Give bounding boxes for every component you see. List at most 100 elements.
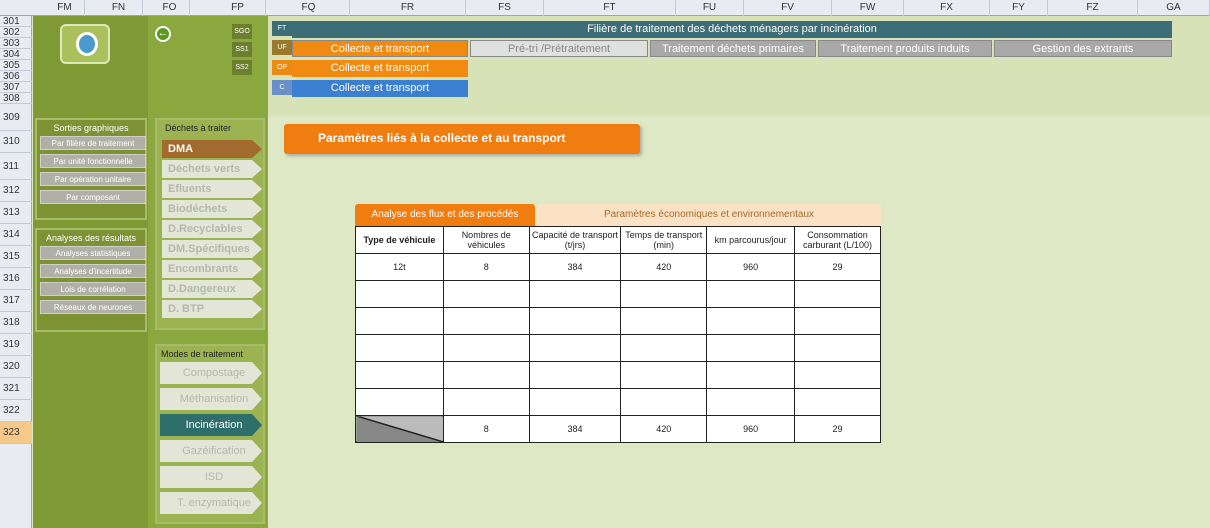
table-cell[interactable] [442, 388, 530, 416]
column-header[interactable]: GA [1138, 0, 1210, 16]
table-cell[interactable]: 8 [442, 253, 530, 281]
table-cell[interactable] [706, 334, 796, 362]
tag-ss1[interactable]: SS1 [232, 42, 252, 57]
column-header[interactable]: FV [744, 0, 832, 16]
table-cell[interactable] [355, 388, 444, 416]
row-header[interactable]: 301 [0, 16, 32, 27]
table-cell[interactable] [706, 388, 796, 416]
table-cell[interactable] [442, 361, 530, 389]
row-header[interactable]: 313 [0, 202, 32, 224]
table-cell[interactable] [442, 307, 530, 335]
uf-tab[interactable]: Traitement produits induits [818, 40, 992, 57]
menu-button[interactable]: Analyses statistiques [40, 246, 146, 260]
uf-tab[interactable]: Collecte et transport [292, 40, 468, 57]
row-header[interactable]: 317 [0, 290, 32, 312]
tab-analyse-flux[interactable]: Analyse des flux et des procédés [355, 204, 535, 226]
table-cell[interactable] [794, 361, 881, 389]
table-cell[interactable] [794, 280, 881, 308]
row-header[interactable]: 304 [0, 49, 32, 60]
uf-tab[interactable]: Traitement déchets primaires [650, 40, 816, 57]
table-cell[interactable] [442, 280, 530, 308]
op-collecte-bar[interactable]: Collecte et transport [292, 60, 468, 77]
row-header[interactable]: 321 [0, 378, 32, 400]
tab-parametres-eco[interactable]: Paramètres économiques et environnementa… [537, 204, 881, 226]
table-cell[interactable] [794, 334, 881, 362]
back-icon[interactable]: ← [155, 26, 171, 42]
dechet-item[interactable]: DMA [162, 140, 262, 158]
uf-tab[interactable]: Pré-tri /Prétraitement [470, 40, 648, 57]
table-cell[interactable] [442, 334, 530, 362]
table-cell[interactable]: 384 [528, 253, 622, 281]
menu-button[interactable]: Réseaux de neurones [40, 300, 146, 314]
dechet-item[interactable]: Biodéchets [162, 200, 262, 218]
row-header[interactable]: 316 [0, 268, 32, 290]
column-header[interactable]: FO [150, 0, 190, 16]
mode-item[interactable]: Compostage [160, 362, 262, 384]
dechet-item[interactable]: D.Dangereux [162, 280, 262, 298]
row-header[interactable]: 315 [0, 246, 32, 268]
menu-button[interactable]: Par unité fonctionnelle [40, 154, 146, 168]
column-header[interactable]: FQ [268, 0, 350, 16]
table-cell[interactable] [355, 334, 444, 362]
uf-tab[interactable]: Gestion des extrants [994, 40, 1172, 57]
menu-button[interactable]: Par filière de traitement [40, 136, 146, 150]
mode-item[interactable]: ISD [160, 466, 262, 488]
dechet-item[interactable]: D. BTP [162, 300, 262, 318]
table-cell[interactable] [620, 280, 708, 308]
table-cell[interactable] [794, 388, 881, 416]
table-cell[interactable]: 12t [355, 253, 444, 281]
row-header[interactable]: 320 [0, 356, 32, 378]
row-header[interactable]: 311 [0, 153, 32, 180]
column-header[interactable]: FU [676, 0, 744, 16]
mode-item[interactable]: Méthanisation [160, 388, 262, 410]
table-cell[interactable] [706, 280, 796, 308]
dechet-item[interactable]: DM.Spécifiques [162, 240, 262, 258]
mode-item[interactable]: Incinération [160, 414, 262, 436]
column-header[interactable]: FZ [1048, 0, 1138, 16]
menu-button[interactable]: Analyses d'incertitude [40, 264, 146, 278]
row-header[interactable]: 318 [0, 312, 32, 334]
menu-button[interactable]: Lois de corrélation [40, 282, 146, 296]
table-cell[interactable]: 420 [620, 253, 708, 281]
tag-sgo[interactable]: SGO [232, 24, 252, 39]
table-cell[interactable] [706, 307, 796, 335]
dechet-item[interactable]: D.Recyclables [162, 220, 262, 238]
table-cell[interactable] [706, 361, 796, 389]
table-cell[interactable] [620, 388, 708, 416]
row-header[interactable]: 303 [0, 38, 32, 49]
column-header[interactable]: FS [466, 0, 544, 16]
row-header[interactable]: 322 [0, 400, 32, 422]
table-cell[interactable] [528, 388, 622, 416]
dechet-item[interactable]: Déchets verts [162, 160, 262, 178]
column-header[interactable]: FM [45, 0, 85, 16]
row-header[interactable]: 319 [0, 334, 32, 356]
c-collecte-bar[interactable]: Collecte et transport [292, 80, 468, 97]
row-header[interactable]: 310 [0, 131, 32, 153]
dechet-item[interactable]: Efluents [162, 180, 262, 198]
column-header[interactable]: FR [350, 0, 466, 16]
row-header[interactable]: 302 [0, 27, 32, 38]
row-header[interactable]: 307 [0, 82, 32, 93]
table-cell[interactable]: 960 [706, 253, 796, 281]
dechet-item[interactable]: Encombrants [162, 260, 262, 278]
mode-item[interactable]: T. enzymatique [160, 492, 262, 514]
table-cell[interactable] [620, 307, 708, 335]
column-header[interactable]: FP [210, 0, 266, 16]
table-cell[interactable] [528, 280, 622, 308]
table-cell[interactable] [355, 361, 444, 389]
table-cell[interactable] [355, 307, 444, 335]
tag-ss2[interactable]: SS2 [232, 60, 252, 75]
table-cell[interactable] [528, 334, 622, 362]
table-cell[interactable] [528, 307, 622, 335]
table-cell[interactable] [794, 307, 881, 335]
menu-button[interactable]: Par composant [40, 190, 146, 204]
table-cell[interactable] [355, 280, 444, 308]
table-cell[interactable] [528, 361, 622, 389]
column-header[interactable]: FN [95, 0, 143, 16]
mode-item[interactable]: Gazéification [160, 440, 262, 462]
table-cell[interactable] [620, 334, 708, 362]
row-header[interactable]: 306 [0, 71, 32, 82]
column-header[interactable]: FT [544, 0, 676, 16]
column-header[interactable]: FX [904, 0, 990, 16]
row-header[interactable]: 323 [0, 422, 32, 444]
